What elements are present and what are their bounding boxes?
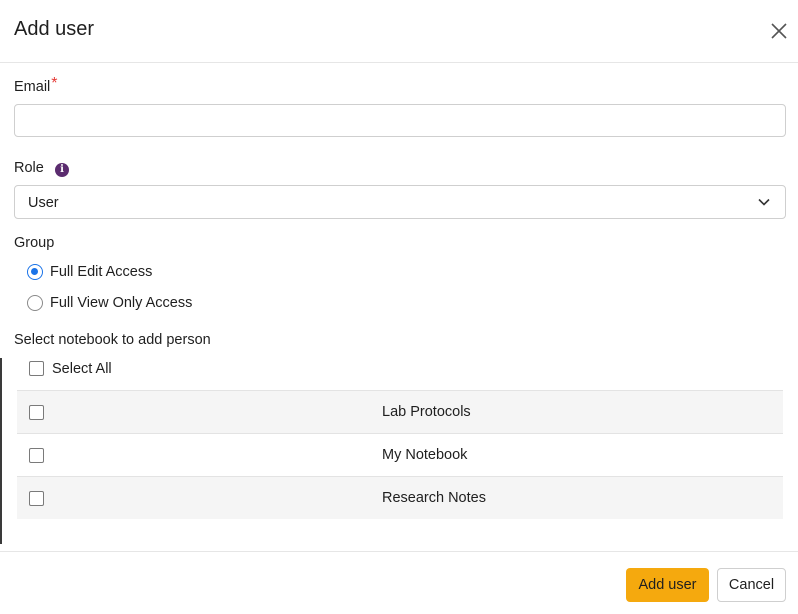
notebooks-label: Select notebook to add person [14, 332, 211, 348]
radio-button-checked[interactable] [27, 264, 43, 280]
notebook-checkbox[interactable] [29, 491, 44, 506]
close-icon[interactable] [768, 20, 790, 42]
dialog-title: Add user [14, 18, 95, 40]
radio-label: Full Edit Access [50, 264, 153, 280]
role-label: Role [14, 160, 44, 176]
notebook-name: Lab Protocols [382, 404, 471, 420]
section-divider [0, 358, 2, 544]
email-field[interactable] [14, 104, 786, 137]
group-label: Group [14, 235, 55, 251]
email-label-text: Email [14, 79, 51, 95]
select-all-label: Select All [52, 361, 112, 377]
notebook-checkbox[interactable] [29, 448, 44, 463]
list-item: My Notebook [17, 433, 783, 476]
email-label: Email* [14, 75, 58, 96]
info-icon[interactable]: i [55, 163, 69, 177]
add-user-button[interactable]: Add user [626, 568, 709, 602]
list-item: Lab Protocols [17, 390, 783, 433]
dialog-header: Add user [0, 0, 798, 63]
list-item: Research Notes [17, 476, 783, 519]
select-all-checkbox[interactable] [29, 361, 44, 376]
radio-button[interactable] [27, 295, 43, 311]
radio-label: Full View Only Access [50, 295, 193, 311]
role-selected-value: User [28, 195, 59, 211]
required-marker: * [51, 75, 58, 92]
cancel-button[interactable]: Cancel [717, 568, 786, 602]
role-select[interactable]: User [14, 185, 786, 219]
notebook-name: Research Notes [382, 490, 486, 506]
notebook-list: Lab Protocols My Notebook Research Notes [17, 390, 783, 519]
notebook-name: My Notebook [382, 447, 468, 463]
chevron-down-icon [758, 198, 770, 206]
notebook-checkbox[interactable] [29, 405, 44, 420]
footer-divider [0, 551, 798, 552]
